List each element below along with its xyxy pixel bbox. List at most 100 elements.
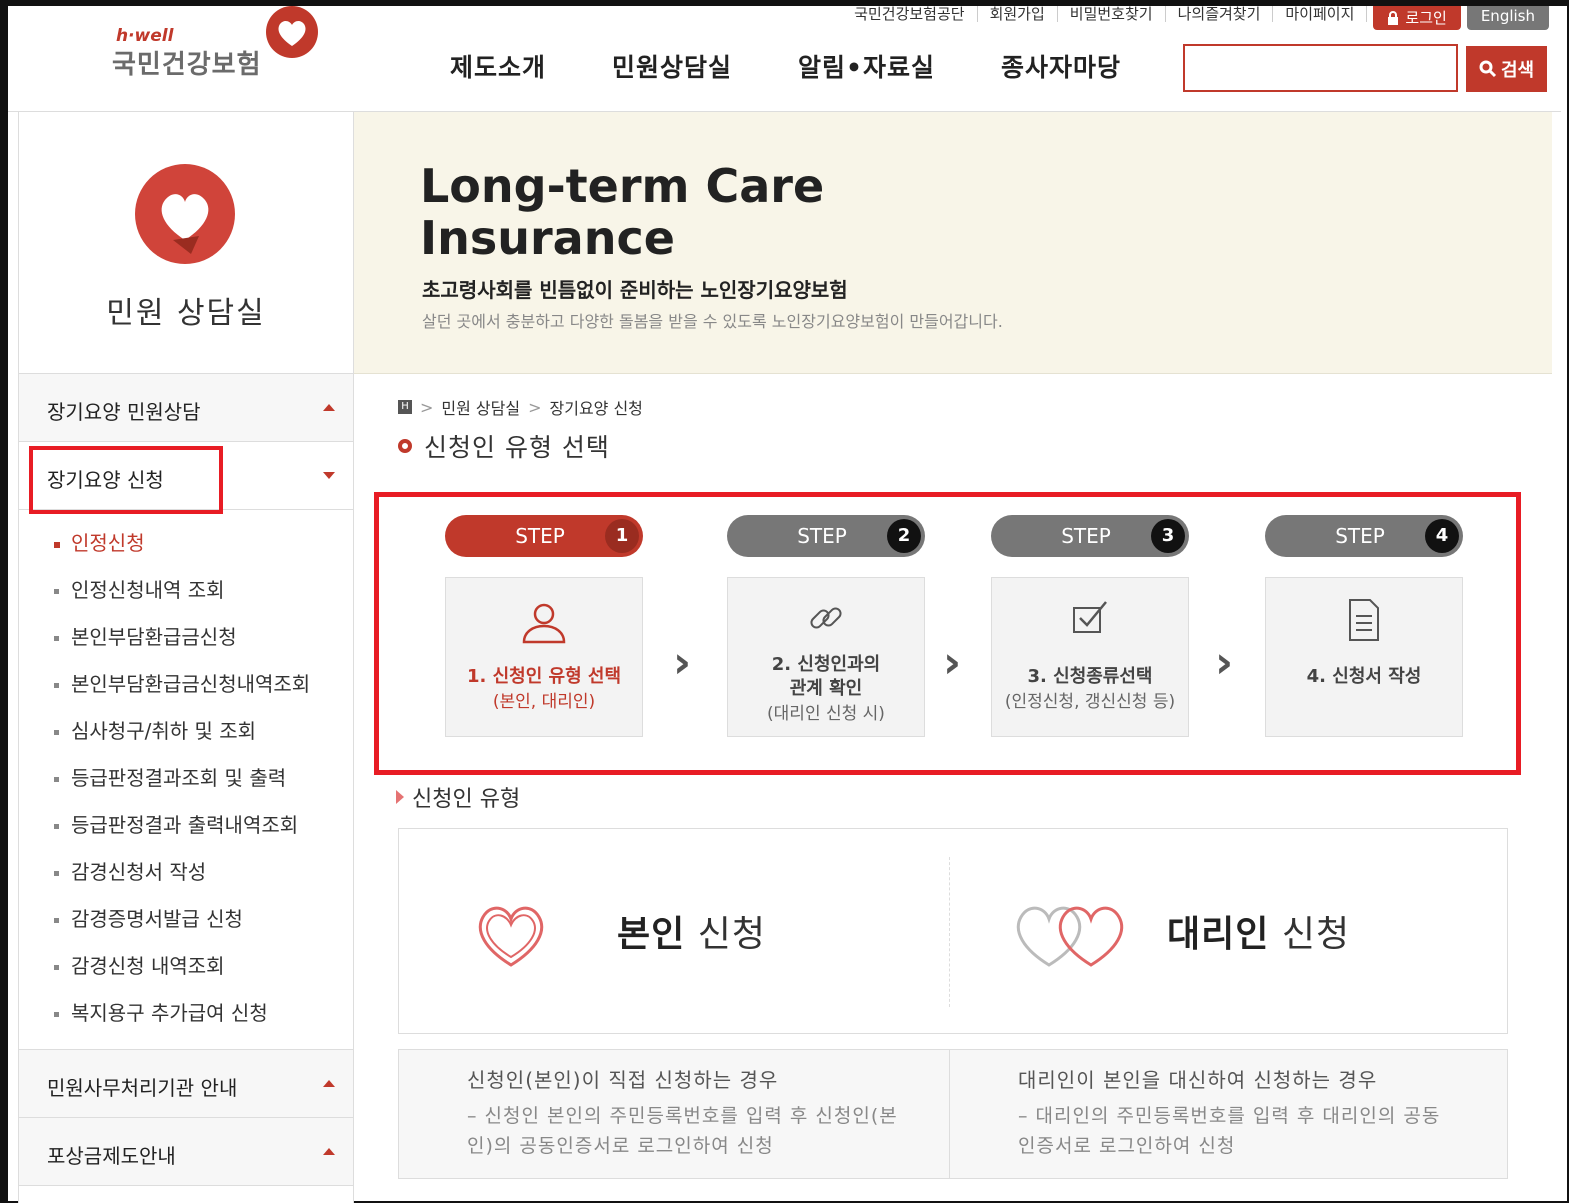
step-pill: STEP 4 <box>1265 515 1463 557</box>
sidebar-hero: 민원 상담실 <box>19 112 353 374</box>
submenu-item-refund-request[interactable]: 본인부담환급금신청 <box>19 614 353 661</box>
breadcrumb: H > 민원 상담실 > 장기요양 신청 <box>398 395 643 419</box>
option-divider <box>949 857 950 1007</box>
step-pill: STEP 2 <box>727 515 925 557</box>
step-2: STEP 2 2. 신청인과의 관계 확인 (대리인 신청 시) <box>727 515 925 737</box>
self-description-heading: 신청인(본인)이 직접 신청하는 경우 <box>467 1068 779 1092</box>
step-card: 1. 신청인 유형 선택 (본인, 대리인) <box>445 577 643 737</box>
step-card: 2. 신청인과의 관계 확인 (대리인 신청 시) <box>727 577 925 737</box>
step-title-line2: 관계 확인 <box>789 678 863 699</box>
logo-brand: h·well <box>116 26 174 46</box>
step-title-line1: 2. 신청인과의 <box>771 654 881 675</box>
heart-emblem-icon <box>135 164 235 264</box>
double-heart-icon <box>1016 906 1124 967</box>
title-bullet-icon <box>398 439 412 453</box>
nav-item-notice[interactable]: 알림•자료실 <box>798 48 935 84</box>
util-link-favorites[interactable]: 나의즐겨찾기 <box>1166 6 1274 22</box>
sidebar-submenu: 인정신청 인정신청내역 조회 본인부담환급금신청 본인부담환급금신청내역조회 심… <box>19 510 353 1050</box>
home-icon[interactable]: H <box>398 400 412 414</box>
applicant-type-descriptions: 신청인(본인)이 직접 신청하는 경우 – 신청인 본인의 주민등록번호를 입력… <box>398 1049 1508 1179</box>
sidebar-group-reward-guide[interactable]: 포상금제도안내 <box>19 1118 353 1186</box>
site-header: h·well 국민건강보험 국민건강보험공단 회원가입 비밀번호찾기 나의즐겨찾… <box>8 6 1561 112</box>
breadcrumb-separator: > <box>420 397 434 417</box>
sidebar-group-label: 민원사무처리기관 안내 <box>47 1076 238 1100</box>
sidebar-group-longterm-counsel[interactable]: 장기요양 민원상담 <box>19 374 353 442</box>
chevron-right-icon: › <box>1215 637 1234 688</box>
submenu-item-welfare-equipment[interactable]: 복지용구 추가급여 신청 <box>19 990 353 1037</box>
banner-title: Long-term Care Insurance <box>420 160 824 264</box>
collapse-arrow-icon <box>323 1148 335 1155</box>
submenu-item-reduction-form[interactable]: 감경신청서 작성 <box>19 849 353 896</box>
step-number: 1 <box>605 519 639 553</box>
section-bullet-icon <box>396 790 404 804</box>
checkbox-icon <box>1073 601 1107 633</box>
chevron-right-icon: › <box>673 637 692 688</box>
agent-description-body: – 대리인의 주민등록번호를 입력 후 대리인의 공동인증서로 로그인하여 신청 <box>1018 1105 1441 1157</box>
step-number: 2 <box>887 519 921 553</box>
step-card: 4. 신청서 작성 <box>1265 577 1463 737</box>
link-icon <box>810 607 842 629</box>
banner-title-line2: Insurance <box>420 211 675 265</box>
util-link-find-password[interactable]: 비밀번호찾기 <box>1058 6 1166 22</box>
submenu-item-grade-print-history[interactable]: 등급판정결과 출력내역조회 <box>19 802 353 849</box>
self-apply-label: 본인 신청 <box>617 914 766 955</box>
step-1: STEP 1 1. 신청인 유형 선택 (본인, 대리인) <box>445 515 643 737</box>
sidebar-group-label: 포상금제도안내 <box>47 1144 176 1168</box>
site-logo[interactable]: h·well 국민건강보험 <box>108 6 328 90</box>
step-4: STEP 4 4. 신청서 작성 <box>1265 515 1463 737</box>
agent-apply-option[interactable]: 대리인 신청 <box>951 829 1501 1033</box>
banner-description: 살던 곳에서 충분하고 다양한 돌봄을 받을 수 있도록 노인장기요양보험이 만… <box>422 312 1003 331</box>
step-3: STEP 3 3. 신청종류선택 (인정신청, 갱신신청 등) <box>991 515 1189 737</box>
search-button[interactable]: 검색 <box>1466 46 1547 92</box>
section-title: 신청인 유형 <box>396 781 520 813</box>
submenu-item-reduction-certificate[interactable]: 감경증명서발급 신청 <box>19 896 353 943</box>
lock-icon <box>1388 11 1399 25</box>
sidebar-title: 민원 상담실 <box>106 296 266 331</box>
submenu-item-grade-result[interactable]: 등급판정결과조회 및 출력 <box>19 755 353 802</box>
self-description-body: – 신청인 본인의 주민등록번호를 입력 후 신청인(본인)의 공동인증서로 로… <box>467 1105 898 1157</box>
breadcrumb-separator: > <box>528 397 542 417</box>
submenu-item-application[interactable]: 인정신청 <box>19 520 353 567</box>
sidebar-group-longterm-apply[interactable]: 장기요양 신청 <box>19 442 353 514</box>
page-banner: Long-term Care Insurance 초고령사회를 빈틈없이 준비하… <box>354 112 1552 374</box>
main-nav: 제도소개 민원상담실 알림•자료실 종사자마당 <box>450 48 1187 84</box>
search-button-label: 검색 <box>1500 60 1535 81</box>
agent-apply-label: 대리인 신청 <box>1167 914 1351 955</box>
breadcrumb-item[interactable]: 장기요양 신청 <box>550 395 643 419</box>
logo-name: 국민건강보험 <box>112 50 262 80</box>
self-apply-option[interactable]: 본인 신청 <box>399 829 949 1033</box>
banner-title-line1: Long-term Care <box>420 159 825 213</box>
chevron-right-icon: › <box>943 637 962 688</box>
util-link-signup[interactable]: 회원가입 <box>978 6 1058 22</box>
util-link-nhis[interactable]: 국민건강보험공단 <box>842 6 978 22</box>
step-title: 3. 신청종류선택 <box>1027 666 1153 687</box>
collapse-arrow-icon <box>323 404 335 411</box>
english-button[interactable]: English <box>1466 6 1549 30</box>
page-title: 신청인 유형 선택 <box>398 428 610 464</box>
login-button[interactable]: 로그인 <box>1373 6 1461 30</box>
nav-item-counsel[interactable]: 민원상담실 <box>612 48 732 84</box>
nav-item-staff[interactable]: 종사자마당 <box>1001 48 1121 84</box>
submenu-item-reduction-history[interactable]: 감경신청 내역조회 <box>19 943 353 990</box>
breadcrumb-item[interactable]: 민원 상담실 <box>441 395 520 419</box>
search-input[interactable] <box>1183 44 1458 92</box>
nav-item-intro[interactable]: 제도소개 <box>450 48 546 84</box>
step-number: 3 <box>1151 519 1185 553</box>
step-number: 4 <box>1425 519 1459 553</box>
step-title: 1. 신청인 유형 선택 <box>466 666 622 687</box>
submenu-item-application-history[interactable]: 인정신청내역 조회 <box>19 567 353 614</box>
heart-logo-icon <box>266 6 318 58</box>
submenu-item-refund-history[interactable]: 본인부담환급금신청내역조회 <box>19 661 353 708</box>
document-icon <box>1349 599 1379 641</box>
step-pill: STEP 3 <box>991 515 1189 557</box>
heart-outline-icon <box>478 906 544 967</box>
step-progress: STEP 1 1. 신청인 유형 선택 (본인, 대리인) › STEP 2 2… <box>374 492 1521 775</box>
submenu-item-review-request[interactable]: 심사청구/취하 및 조회 <box>19 708 353 755</box>
expand-arrow-icon <box>323 472 335 479</box>
step-pill: STEP 1 <box>445 515 643 557</box>
util-link-mypage[interactable]: 마이페이지 <box>1273 6 1368 22</box>
person-icon <box>522 603 566 644</box>
sidebar-group-office-guide[interactable]: 민원사무처리기관 안내 <box>19 1050 353 1118</box>
sidebar: 민원 상담실 장기요양 민원상담 장기요양 신청 인정신청 인정신청내역 조회 … <box>18 112 354 1203</box>
step-subtitle: (인정신청, 갱신신청 등) <box>1004 692 1176 712</box>
